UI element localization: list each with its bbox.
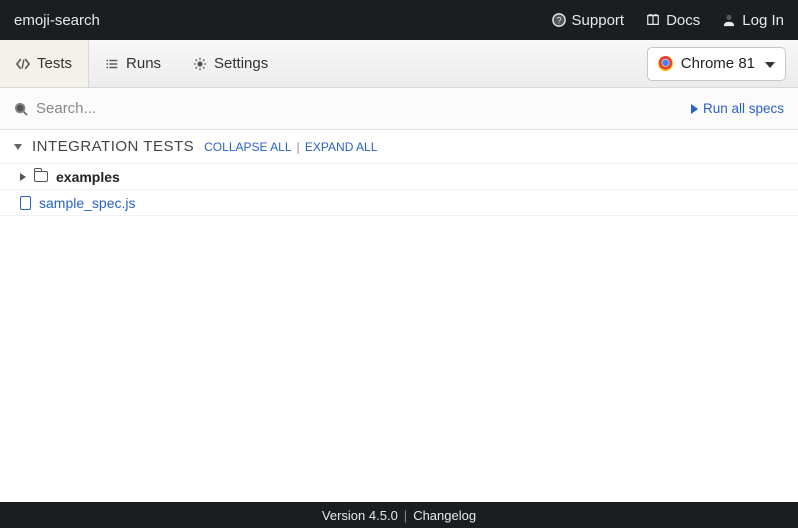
section-actions: COLLAPSE ALL | EXPAND ALL bbox=[204, 140, 377, 154]
docs-link[interactable]: Docs bbox=[646, 12, 700, 29]
version-text: Version 4.5.0 bbox=[322, 508, 398, 523]
gear-icon bbox=[193, 57, 207, 71]
header-links: ? Support Docs Log In bbox=[552, 12, 784, 29]
expand-all[interactable]: EXPAND ALL bbox=[305, 140, 377, 154]
svg-text:?: ? bbox=[556, 16, 561, 26]
run-all-specs[interactable]: Run all specs bbox=[691, 101, 784, 116]
search-icon bbox=[14, 102, 28, 116]
section-title: INTEGRATION TESTS bbox=[32, 138, 194, 155]
integration-tests-header[interactable]: INTEGRATION TESTS COLLAPSE ALL | EXPAND … bbox=[0, 130, 798, 164]
spec-tree: examples sample_spec.js bbox=[0, 164, 798, 216]
project-name: emoji-search bbox=[14, 12, 100, 29]
browser-select[interactable]: Chrome 81 bbox=[647, 47, 786, 81]
tab-bar: Tests line{stroke:#555;stroke-width:1.6}… bbox=[0, 40, 798, 88]
docs-label: Docs bbox=[666, 12, 700, 29]
tab-settings-label: Settings bbox=[214, 55, 268, 72]
file-icon bbox=[20, 196, 31, 210]
chrome-icon bbox=[658, 56, 673, 71]
tab-tests[interactable]: Tests bbox=[0, 40, 89, 87]
tabs: Tests line{stroke:#555;stroke-width:1.6}… bbox=[0, 40, 284, 87]
file-sample-spec[interactable]: sample_spec.js bbox=[0, 190, 798, 216]
footer: Version 4.5.0 | Changelog bbox=[0, 502, 798, 528]
tab-runs[interactable]: line{stroke:#555;stroke-width:1.6}circle… bbox=[89, 40, 177, 87]
play-icon bbox=[691, 104, 698, 114]
changelog-link[interactable]: Changelog bbox=[413, 508, 476, 523]
folder-icon bbox=[34, 171, 48, 182]
chevron-down-icon bbox=[763, 55, 775, 72]
app-header: emoji-search ? Support Docs Log In bbox=[0, 0, 798, 40]
folder-label: examples bbox=[56, 169, 120, 185]
chevron-down-icon bbox=[14, 144, 22, 150]
user-icon bbox=[722, 13, 736, 27]
docs-icon bbox=[646, 13, 660, 27]
support-link[interactable]: ? Support bbox=[552, 12, 625, 29]
collapse-all[interactable]: COLLAPSE ALL bbox=[204, 140, 291, 154]
search-row: Run all specs bbox=[0, 88, 798, 130]
tab-tests-label: Tests bbox=[37, 55, 72, 72]
search-input[interactable] bbox=[36, 100, 336, 117]
list-icon: line{stroke:#555;stroke-width:1.6}circle… bbox=[105, 57, 119, 71]
tab-runs-label: Runs bbox=[126, 55, 161, 72]
tab-settings[interactable]: Settings bbox=[177, 40, 284, 87]
folder-examples[interactable]: examples bbox=[0, 164, 798, 190]
file-label: sample_spec.js bbox=[39, 195, 136, 211]
login-link[interactable]: Log In bbox=[722, 12, 784, 29]
help-icon: ? bbox=[552, 13, 566, 27]
support-label: Support bbox=[572, 12, 625, 29]
code-icon bbox=[16, 57, 30, 71]
login-label: Log In bbox=[742, 12, 784, 29]
browser-label: Chrome 81 bbox=[681, 55, 755, 72]
chevron-right-icon bbox=[20, 173, 26, 181]
run-all-label: Run all specs bbox=[703, 101, 784, 116]
empty-area bbox=[0, 216, 798, 502]
